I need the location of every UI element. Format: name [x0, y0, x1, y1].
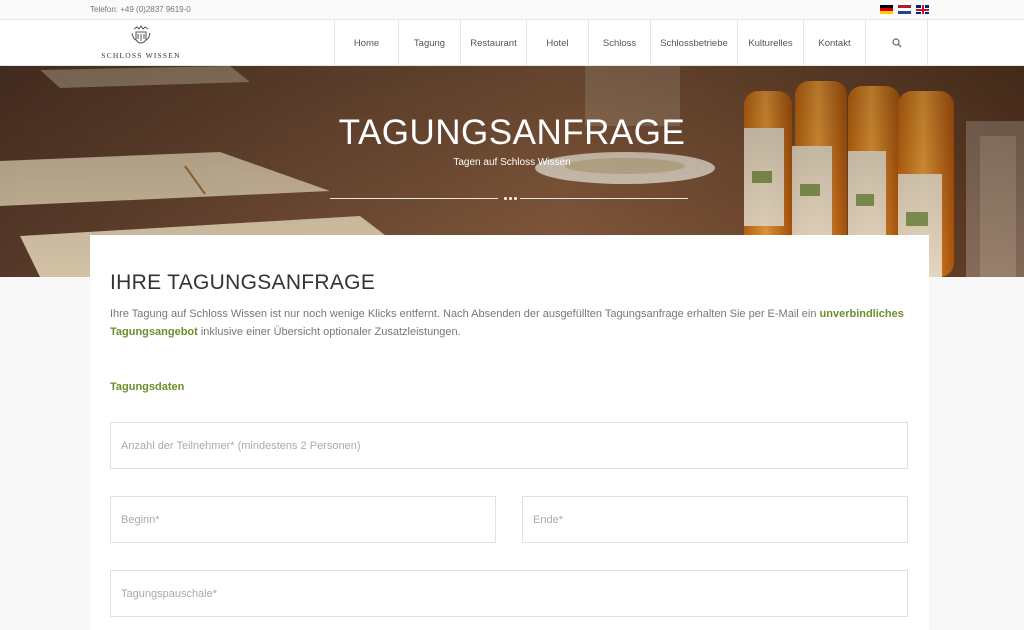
search-icon	[891, 38, 901, 48]
flag-germany-icon[interactable]	[880, 5, 893, 14]
top-bar: Telefon: +49 (0)2837 9619-0	[0, 0, 1024, 20]
main-header: SCHLOSS WISSEN Home Tagung Restaurant Ho…	[0, 20, 1024, 66]
phone-number: Telefon: +49 (0)2837 9619-0	[90, 5, 191, 14]
logo-text: SCHLOSS WISSEN	[101, 51, 181, 60]
nav-item-tagung[interactable]: Tagung	[398, 20, 460, 66]
section-label-tagungsdaten: Tagungsdaten	[110, 381, 185, 393]
flag-uk-icon[interactable]	[916, 5, 929, 14]
hero-subtitle: Tagen auf Schloss Wissen	[453, 157, 571, 168]
nav-item-home[interactable]: Home	[334, 20, 398, 66]
nav-item-hotel[interactable]: Hotel	[526, 20, 588, 66]
nav-item-kulturelles[interactable]: Kulturelles	[737, 20, 803, 66]
flag-netherlands-icon[interactable]	[898, 5, 911, 14]
hero-divider	[330, 197, 688, 201]
intro-text-part1: Ihre Tagung auf Schloss Wissen ist nur n…	[110, 308, 817, 320]
page-title: IHRE TAGUNGSANFRAGE	[110, 271, 376, 294]
package-input[interactable]	[110, 570, 908, 617]
main-nav: Home Tagung Restaurant Hotel Schloss Sch…	[334, 20, 928, 66]
dots-icon	[504, 197, 517, 200]
end-date-input[interactable]	[522, 496, 908, 543]
language-switcher	[880, 5, 929, 14]
intro-text-part2: inklusive einer Übersicht optionaler Zus…	[200, 326, 461, 338]
hero-title: TAGUNGSANFRAGE	[338, 113, 686, 152]
nav-item-restaurant[interactable]: Restaurant	[460, 20, 526, 66]
start-date-input[interactable]	[110, 496, 496, 543]
nav-item-kontakt[interactable]: Kontakt	[803, 20, 865, 66]
content-card: IHRE TAGUNGSANFRAGE Ihre Tagung auf Schl…	[90, 235, 929, 630]
search-button[interactable]	[865, 20, 928, 66]
nav-item-schlossbetriebe[interactable]: Schlossbetriebe	[650, 20, 737, 66]
logo[interactable]: SCHLOSS WISSEN	[95, 25, 187, 63]
participants-input[interactable]	[110, 422, 908, 469]
castle-crest-icon	[131, 25, 151, 44]
nav-item-schloss[interactable]: Schloss	[588, 20, 650, 66]
intro-text: Ihre Tagung auf Schloss Wissen ist nur n…	[110, 305, 910, 341]
